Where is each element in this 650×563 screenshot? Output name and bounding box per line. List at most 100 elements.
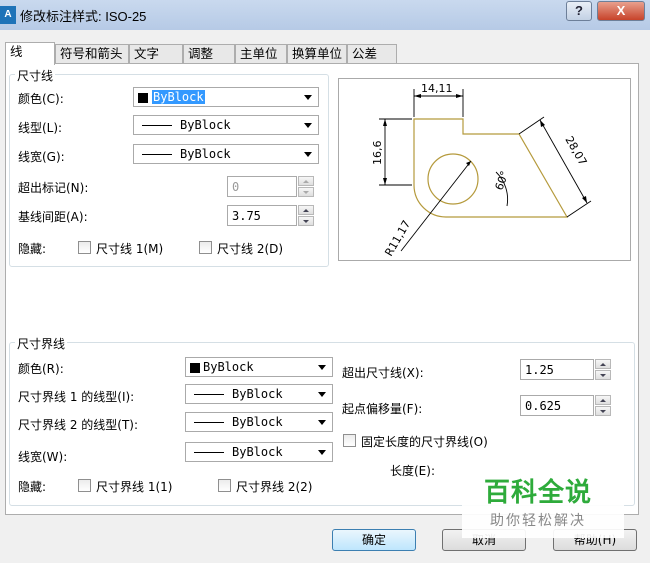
window-title: 修改标注样式: ISO-25 xyxy=(20,9,147,24)
spinner-buttons[interactable] xyxy=(595,359,611,380)
chevron-down-icon xyxy=(304,152,312,157)
group-title: 尺寸线 xyxy=(15,67,56,84)
tab-tolerances[interactable]: 公差 xyxy=(347,44,397,64)
tab-fit[interactable]: 调整 xyxy=(183,44,235,64)
spin-down-icon[interactable] xyxy=(298,187,314,197)
ext-suppress-label: 隐藏: xyxy=(18,480,47,494)
spin-up-icon[interactable] xyxy=(595,395,611,405)
suppress-extline-2-label[interactable]: 尺寸界线 2(2) xyxy=(236,478,312,495)
line-sample-icon xyxy=(194,422,224,423)
tab-alternate-units[interactable]: 换算单位 xyxy=(287,44,347,64)
spinner-buttons[interactable] xyxy=(298,205,314,226)
preview-drawing: 14,11 16,6 28,07 60° R11,17 xyxy=(371,82,592,259)
suppress-dimline-1-label[interactable]: 尺寸线 1(M) xyxy=(96,240,163,257)
dim-lineweight-value: ByBlock xyxy=(180,147,231,161)
length-label: 长度(E): xyxy=(390,464,435,478)
dim-color-value: ByBlock xyxy=(152,90,205,104)
dim-lineweight-label: 线宽(G): xyxy=(18,150,65,164)
dim-radius-label: R11,17 xyxy=(382,218,413,258)
tab-lines[interactable]: 线 xyxy=(5,42,55,65)
suppress-extline-1-label[interactable]: 尺寸界线 1(1) xyxy=(96,478,172,495)
chevron-down-icon xyxy=(304,95,312,100)
spin-up-icon[interactable] xyxy=(298,205,314,215)
dim-suppress-label: 隐藏: xyxy=(18,242,47,256)
extend-ticks-value: 0 xyxy=(232,180,240,194)
extend-beyond-label: 超出尺寸线(X): xyxy=(342,366,424,380)
ok-button[interactable]: 确定 xyxy=(332,529,416,551)
line-sample-icon xyxy=(194,394,224,395)
spin-down-icon[interactable] xyxy=(298,216,314,226)
color-swatch xyxy=(138,93,148,103)
suppress-dimline-2-checkbox[interactable] xyxy=(199,241,212,254)
extend-ticks-label: 超出标记(N): xyxy=(18,181,89,195)
spin-down-icon[interactable] xyxy=(595,406,611,416)
autocad-app-icon: A xyxy=(0,6,16,24)
title-bar: A 修改标注样式: ISO-25 ? X xyxy=(0,0,650,30)
suppress-extline-2-checkbox[interactable] xyxy=(218,479,231,492)
help-button[interactable]: ? xyxy=(566,1,592,21)
spinner-buttons[interactable] xyxy=(298,176,314,197)
dim-color-dropdown[interactable]: ByBlock xyxy=(133,87,319,107)
baseline-spacing-spinner[interactable]: 3.75 xyxy=(227,205,314,226)
origin-offset-label: 起点偏移量(F): xyxy=(342,402,423,416)
dim-linetype-dropdown[interactable]: ByBlock xyxy=(133,115,319,135)
ext-lineweight-label: 线宽(W): xyxy=(18,450,68,464)
dim-left-label: 16,6 xyxy=(371,141,384,166)
ext-linetype2-label: 尺寸界线 2 的线型(T): xyxy=(18,418,139,432)
line-sample-icon xyxy=(194,452,224,453)
tab-content: 尺寸线 颜色(C): ByBlock 线型(L): ByBlock 线宽(G):… xyxy=(5,63,639,515)
preview-shape xyxy=(413,118,569,218)
tab-text[interactable]: 文字 xyxy=(129,44,183,64)
watermark-brand: 百科全说 xyxy=(484,478,593,508)
spin-up-icon[interactable] xyxy=(298,176,314,186)
tab-primary-units[interactable]: 主单位 xyxy=(235,44,287,64)
fixed-length-label[interactable]: 固定长度的尺寸界线(O) xyxy=(361,433,488,450)
dim-right-label: 28,07 xyxy=(562,134,589,168)
chevron-down-icon xyxy=(318,450,326,455)
extend-beyond-spinner[interactable]: 1.25 xyxy=(520,359,611,380)
ext-color-dropdown[interactable]: ByBlock xyxy=(185,357,333,377)
line-sample-icon xyxy=(142,154,172,155)
dim-top-label: 14,11 xyxy=(421,82,453,95)
extend-ticks-spinner[interactable]: 0 xyxy=(227,176,314,197)
suppress-dimline-2-label[interactable]: 尺寸线 2(D) xyxy=(217,240,283,257)
line-sample-icon xyxy=(142,125,172,126)
origin-offset-spinner[interactable]: 0.625 xyxy=(520,395,611,416)
chevron-down-icon xyxy=(304,123,312,128)
color-swatch xyxy=(190,363,200,373)
ext-linetype2-dropdown[interactable]: ByBlock xyxy=(185,412,333,432)
ext-linetype2-value: ByBlock xyxy=(232,415,283,429)
dim-linetype-label: 线型(L): xyxy=(18,121,63,135)
spin-down-icon[interactable] xyxy=(595,370,611,380)
dim-linetype-value: ByBlock xyxy=(180,118,231,132)
chevron-down-icon xyxy=(318,365,326,370)
chevron-down-icon xyxy=(318,420,326,425)
ext-lineweight-dropdown[interactable]: ByBlock xyxy=(185,442,333,462)
suppress-dimline-1-checkbox[interactable] xyxy=(78,241,91,254)
close-button[interactable]: X xyxy=(597,1,645,21)
style-preview: 14,11 16,6 28,07 60° R11,17 xyxy=(338,78,631,261)
ext-color-value: ByBlock xyxy=(203,360,254,374)
watermark-overlay: 百科全说 助你轻松解决 xyxy=(462,466,624,538)
spinner-buttons[interactable] xyxy=(595,395,611,416)
dim-angle-label: 60° xyxy=(493,169,512,192)
fixed-length-checkbox[interactable] xyxy=(343,434,356,447)
baseline-spacing-value: 3.75 xyxy=(232,209,261,223)
spin-up-icon[interactable] xyxy=(595,359,611,369)
group-title: 尺寸界线 xyxy=(15,335,68,352)
watermark-slogan: 助你轻松解决 xyxy=(490,513,586,529)
baseline-spacing-label: 基线间距(A): xyxy=(18,210,88,224)
ext-linetype1-label: 尺寸界线 1 的线型(I): xyxy=(18,390,135,404)
tab-symbols-arrows[interactable]: 符号和箭头 xyxy=(55,44,129,64)
ext-linetype1-dropdown[interactable]: ByBlock xyxy=(185,384,333,404)
ext-lineweight-value: ByBlock xyxy=(232,445,283,459)
dialog-window: A 修改标注样式: ISO-25 ? X 线 符号和箭头 文字 调整 主单位 换… xyxy=(0,0,650,563)
ext-color-label: 颜色(R): xyxy=(18,362,64,376)
dim-color-label: 颜色(C): xyxy=(18,92,64,106)
origin-offset-value: 0.625 xyxy=(525,399,562,413)
ext-linetype1-value: ByBlock xyxy=(232,387,283,401)
extend-beyond-value: 1.25 xyxy=(525,363,554,377)
dim-lineweight-dropdown[interactable]: ByBlock xyxy=(133,144,319,164)
suppress-extline-1-checkbox[interactable] xyxy=(78,479,91,492)
chevron-down-icon xyxy=(318,392,326,397)
